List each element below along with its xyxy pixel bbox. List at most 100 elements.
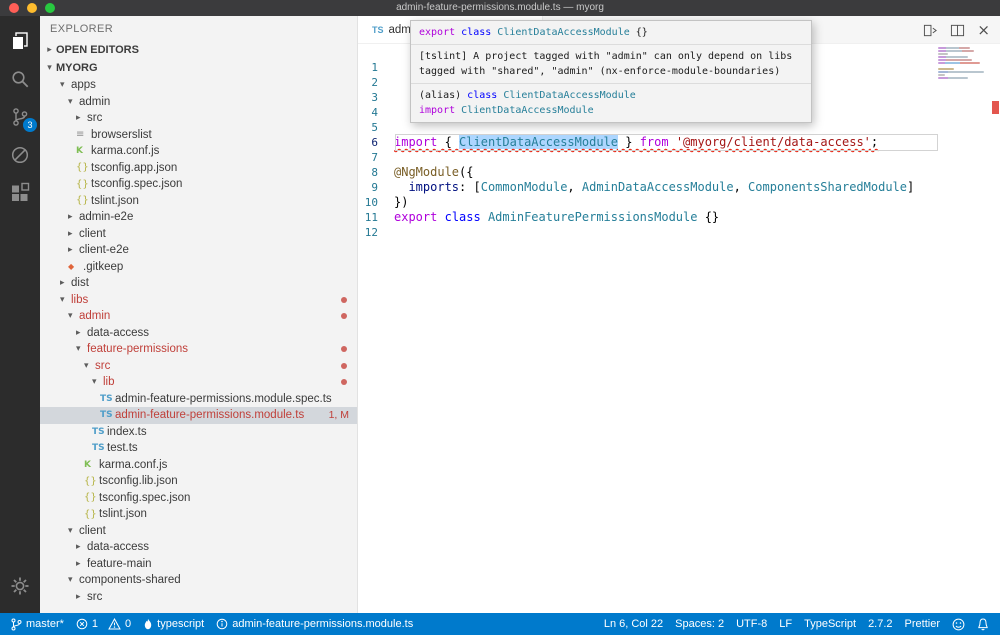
window-title: admin-feature-permissions.module.ts — my… [0,0,1000,16]
source-control-icon[interactable]: 3 [0,98,40,136]
open-editors-header[interactable]: ▸ OPEN EDITORS [40,41,357,59]
split-editor-icon[interactable] [950,23,965,38]
encoding-indicator[interactable]: UTF-8 [730,613,773,635]
minimize-window-button[interactable] [27,3,37,13]
tree-item-label: tslint.json [99,508,147,520]
explorer-sidebar: EXPLORER ▸ OPEN EDITORS ▾ MYORG ▾apps▾ad… [40,16,358,613]
tree-file-browserslist[interactable]: ≡browserslist [40,127,357,144]
feedback-smiley-icon[interactable] [946,613,971,635]
ts-file-icon: TS [92,427,107,437]
tree-folder-src[interactable]: ▸src [40,110,357,127]
tree-folder-feature-main[interactable]: ▸feature-main [40,556,357,573]
zoom-window-button[interactable] [45,3,55,13]
ts-version-indicator[interactable]: 2.7.2 [862,613,898,635]
json-file-icon: {} [84,492,99,503]
chevron-right-icon: ▸ [76,113,87,123]
tree-folder-client[interactable]: ▾client [40,523,357,540]
code-line-12[interactable]: 12 [358,225,1000,240]
tree-item-label: apps [71,79,96,91]
close-editor-icon[interactable]: × [977,23,990,38]
tree-file-karma.conf.js[interactable]: Kkarma.conf.js [40,457,357,474]
line-number: 2 [358,75,394,90]
code-line-8[interactable]: 8@NgModule({ [358,165,1000,180]
tree-folder-client[interactable]: ▸client [40,226,357,243]
code-line-10[interactable]: 10}) [358,195,1000,210]
tree-item-label: admin-feature-permissions.module.ts [115,409,304,421]
tree-folder-lib[interactable]: ▾lib [40,374,357,391]
modified-dot-indicator [341,346,347,352]
prettier-indicator[interactable]: Prettier [899,613,946,635]
tree-folder-admin[interactable]: ▾admin [40,94,357,111]
problems-indicator[interactable]: 1 0 [70,613,137,635]
tree-file-tslint.json[interactable]: {}tslint.json [40,193,357,210]
extensions-icon[interactable] [0,174,40,212]
tree-file-tsconfig.spec.json[interactable]: {}tsconfig.spec.json [40,490,357,507]
tree-folder-data-access[interactable]: ▸data-access [40,539,357,556]
tree-folder-admin[interactable]: ▾admin [40,308,357,325]
settings-gear-icon[interactable] [0,567,40,605]
tree-file-tsconfig.spec.json[interactable]: {}tsconfig.spec.json [40,176,357,193]
tree-file-admin-feature-permissions.module.spec.ts[interactable]: TSadmin-feature-permissions.module.spec.… [40,391,357,408]
line-number: 1 [358,60,394,75]
active-file-indicator[interactable]: admin-feature-permissions.module.ts [210,613,419,635]
language-indicator[interactable]: TypeScript [798,613,862,635]
tree-file-test.ts[interactable]: TStest.ts [40,440,357,457]
code-line-11[interactable]: 11export class AdminFeaturePermissionsMo… [358,210,1000,225]
tree-file-tsconfig.app.json[interactable]: {}tsconfig.app.json [40,160,357,177]
tree-file-tsconfig.lib.json[interactable]: {}tsconfig.lib.json [40,473,357,490]
active-file-label: admin-feature-permissions.module.ts [232,618,413,630]
tree-folder-dist[interactable]: ▸dist [40,275,357,292]
cursor-position[interactable]: Ln 6, Col 22 [598,613,669,635]
notifications-bell-icon[interactable] [971,613,995,635]
json-file-icon: {} [76,162,91,173]
tree-file-index.ts[interactable]: TSindex.ts [40,424,357,441]
root-folder-header[interactable]: ▾ MYORG [40,59,357,77]
line-number: 11 [358,210,394,225]
chevron-down-icon: ▾ [92,377,103,387]
git-branch-icon [11,618,22,631]
tree-folder-feature-permissions[interactable]: ▾feature-permissions [40,341,357,358]
tree-folder-components-shared[interactable]: ▾components-shared [40,572,357,589]
code-line-9[interactable]: 9 imports: [CommonModule, AdminDataAcces… [358,180,1000,195]
line-number: 9 [358,180,394,195]
tree-item-label: karma.conf.js [99,459,167,471]
code-line-7[interactable]: 7 [358,150,1000,165]
indentation-indicator[interactable]: Spaces: 2 [669,613,730,635]
tree-folder-client-e2e[interactable]: ▸client-e2e [40,242,357,259]
chevron-right-icon: ▸ [76,559,87,569]
debug-icon[interactable] [0,136,40,174]
git-branch-indicator[interactable]: master* [5,613,70,635]
karma-file-icon: K [76,146,91,156]
tree-item-label: test.ts [107,442,138,454]
chevron-right-icon: ▸ [76,542,87,552]
chevron-right-icon: ▸ [68,245,79,255]
open-changes-icon[interactable] [923,23,938,38]
line-number: 5 [358,120,394,135]
git-file-icon: ◆ [68,262,83,271]
tree-file-admin-feature-permissions.module.ts[interactable]: TSadmin-feature-permissions.module.ts1, … [40,407,357,424]
tree-folder-src[interactable]: ▸src [40,589,357,606]
open-editors-label: OPEN EDITORS [56,44,139,56]
minimap[interactable] [938,47,988,79]
tree-file-.gitkeep[interactable]: ◆.gitkeep [40,259,357,276]
tree-folder-apps[interactable]: ▾apps [40,77,357,94]
chevron-down-icon: ▾ [84,361,95,371]
tree-item-label: tsconfig.app.json [91,162,177,174]
tree-item-label: admin-e2e [79,211,133,223]
tree-folder-libs[interactable]: ▾libs [40,292,357,309]
tslint-status[interactable]: typescript [137,613,210,635]
tree-folder-data-access[interactable]: ▸data-access [40,325,357,342]
explorer-icon[interactable] [0,22,40,60]
eol-indicator[interactable]: LF [773,613,798,635]
close-window-button[interactable] [9,3,19,13]
tree-folder-admin-e2e[interactable]: ▸admin-e2e [40,209,357,226]
flame-icon [143,618,153,630]
code-line-6[interactable]: 6import { ClientDataAccessModule } from … [358,135,1000,150]
tree-item-label: client [79,525,106,537]
hover-import: import ClientDataAccessModule [419,103,803,118]
chevron-down-icon: ▾ [68,97,79,107]
tree-file-karma.conf.js[interactable]: Kkarma.conf.js [40,143,357,160]
tree-file-tslint.json[interactable]: {}tslint.json [40,506,357,523]
search-icon[interactable] [0,60,40,98]
tree-folder-src[interactable]: ▾src [40,358,357,375]
